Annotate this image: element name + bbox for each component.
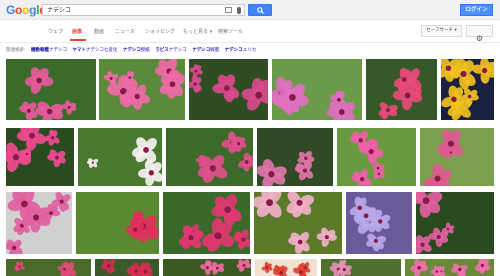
image-result-thumbnail[interactable] bbox=[95, 259, 159, 276]
flower-image bbox=[410, 259, 491, 276]
image-result-thumbnail[interactable] bbox=[76, 192, 159, 254]
image-result-thumbnail[interactable] bbox=[416, 192, 494, 254]
flower-image bbox=[350, 130, 385, 186]
image-result-thumbnail[interactable] bbox=[6, 192, 72, 254]
image-result-thumbnail[interactable] bbox=[78, 128, 162, 186]
flower-image bbox=[19, 67, 77, 120]
image-result-thumbnail[interactable] bbox=[163, 192, 250, 254]
flower-image bbox=[100, 259, 153, 276]
flower-image bbox=[378, 67, 423, 120]
flower-image bbox=[189, 64, 268, 111]
image-result-thumbnail[interactable] bbox=[255, 259, 317, 276]
image-result-thumbnail[interactable] bbox=[99, 59, 185, 120]
image-results-grid bbox=[0, 0, 500, 276]
flower-image bbox=[257, 150, 315, 186]
flower-image bbox=[200, 259, 251, 276]
flower-image bbox=[125, 210, 159, 243]
image-result-thumbnail[interactable] bbox=[420, 128, 494, 186]
image-result-thumbnail[interactable] bbox=[6, 128, 74, 186]
flower-image bbox=[441, 59, 494, 120]
flower-image bbox=[272, 77, 355, 120]
flower-image bbox=[14, 261, 77, 276]
image-result-thumbnail[interactable] bbox=[254, 192, 342, 254]
flower-image bbox=[349, 196, 391, 252]
image-result-thumbnail[interactable] bbox=[405, 259, 494, 276]
flower-image bbox=[416, 192, 455, 254]
image-result-thumbnail[interactable] bbox=[166, 128, 253, 186]
image-result-thumbnail[interactable] bbox=[346, 192, 412, 254]
image-result-thumbnail[interactable] bbox=[6, 59, 96, 120]
image-result-thumbnail[interactable] bbox=[366, 59, 437, 120]
image-result-thumbnail[interactable] bbox=[337, 128, 416, 186]
image-result-thumbnail[interactable] bbox=[163, 259, 251, 276]
flower-image bbox=[254, 192, 338, 254]
flower-image bbox=[178, 194, 250, 252]
image-result-thumbnail[interactable] bbox=[189, 59, 268, 120]
flower-image bbox=[6, 192, 71, 254]
image-result-thumbnail[interactable] bbox=[257, 128, 333, 186]
flower-image bbox=[329, 259, 352, 276]
image-result-thumbnail[interactable] bbox=[321, 259, 401, 276]
flower-image bbox=[6, 128, 66, 172]
image-result-thumbnail[interactable] bbox=[6, 259, 91, 276]
image-result-thumbnail[interactable] bbox=[441, 59, 494, 120]
flower-image bbox=[261, 261, 311, 276]
flower-image bbox=[103, 59, 185, 110]
flower-image bbox=[195, 131, 253, 183]
image-result-thumbnail[interactable] bbox=[272, 59, 362, 120]
flower-image bbox=[87, 137, 162, 186]
flower-image bbox=[424, 129, 464, 186]
